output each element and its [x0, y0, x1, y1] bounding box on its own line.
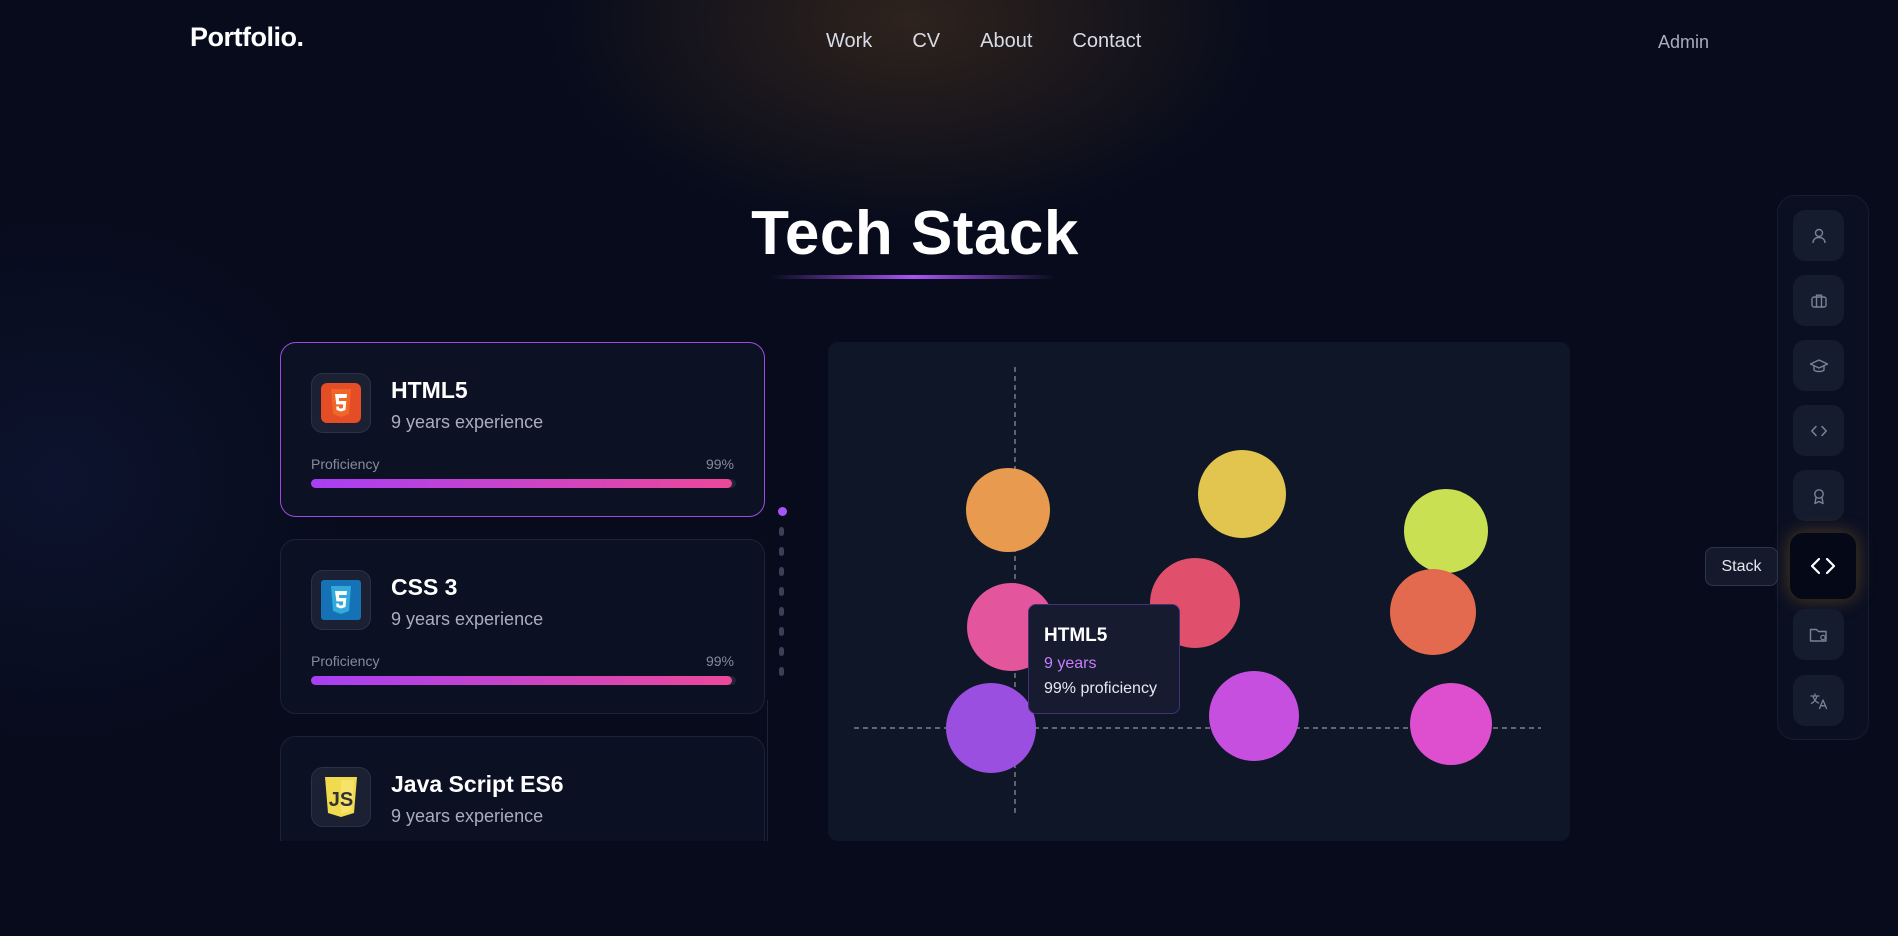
tooltip-title: HTML5	[1044, 625, 1108, 646]
user-icon	[1811, 228, 1826, 243]
proficiency-bar	[311, 479, 736, 488]
proficiency-label: Proficiency	[311, 653, 380, 669]
code-brackets-icon	[1810, 557, 1836, 575]
sidebar-item-work[interactable]	[1793, 275, 1844, 326]
nav-about[interactable]: About	[980, 30, 1032, 53]
sidebar-item-stack[interactable]	[1789, 532, 1857, 600]
translate-icon	[1809, 692, 1827, 709]
bubble[interactable]	[946, 683, 1036, 773]
page-title: Tech Stack	[751, 199, 1079, 268]
logo[interactable]: Portfolio.	[190, 22, 304, 53]
skill-card-html5[interactable]: HTML5 9 years experience Proficiency 99%	[280, 342, 765, 517]
bubble[interactable]	[1198, 450, 1286, 538]
bubble[interactable]	[1390, 569, 1476, 655]
skill-experience: 9 years experience	[391, 609, 544, 629]
javascript-icon: JS	[311, 767, 371, 827]
sidebar-item-education[interactable]	[1793, 340, 1844, 391]
timeline-dash	[779, 607, 784, 616]
timeline-line	[767, 700, 768, 841]
skill-name: Java Script ES6	[391, 771, 564, 797]
timeline-dash	[779, 627, 784, 636]
skill-name: CSS 3	[391, 574, 458, 600]
title-underline	[770, 275, 1056, 279]
tooltip-proficiency: 99% proficiency	[1044, 680, 1157, 697]
bubble-chart-panel	[828, 342, 1570, 841]
timeline-dash	[779, 567, 784, 576]
skill-card-css3[interactable]: CSS 3 9 years experience Proficiency 99%	[280, 539, 765, 714]
sidebar-item-code[interactable]	[1793, 405, 1844, 456]
css3-icon	[311, 570, 371, 630]
nav-work[interactable]: Work	[826, 30, 872, 53]
sidebar-item-awards[interactable]	[1793, 470, 1844, 521]
proficiency-bar	[311, 676, 736, 685]
folder-icon	[1809, 628, 1827, 642]
proficiency-bar-fill	[311, 676, 732, 685]
skill-list: HTML5 9 years experience Proficiency 99%…	[279, 342, 769, 841]
timeline-dash	[779, 587, 784, 596]
sidebar-item-projects[interactable]	[1793, 609, 1844, 660]
bubble[interactable]	[1410, 683, 1492, 765]
timeline-dash	[779, 667, 784, 676]
tooltip-years: 9 years	[1044, 655, 1097, 672]
chart-tooltip: HTML5 9 years 99% proficiency	[1028, 604, 1180, 714]
briefcase-icon	[1810, 294, 1827, 308]
bubble-chart	[854, 367, 1541, 817]
sidebar-item-language[interactable]	[1793, 675, 1844, 726]
bubble[interactable]	[1404, 489, 1488, 573]
bubble[interactable]	[1209, 671, 1299, 761]
skill-card-javascript[interactable]: JS Java Script ES6 9 years experience	[280, 736, 765, 841]
timeline-dash	[779, 647, 784, 656]
skill-experience: 9 years experience	[391, 806, 544, 826]
bubble[interactable]	[966, 468, 1050, 552]
skill-experience: 9 years experience	[391, 412, 544, 432]
html5-icon	[311, 373, 371, 433]
admin-link[interactable]: Admin	[1658, 32, 1709, 53]
proficiency-label: Proficiency	[311, 456, 380, 472]
skill-name: HTML5	[391, 377, 468, 403]
award-icon	[1813, 488, 1824, 504]
nav-contact[interactable]: Contact	[1072, 30, 1141, 53]
code-icon	[1810, 425, 1827, 436]
proficiency-value: 99%	[705, 653, 734, 669]
proficiency-bar-fill	[311, 479, 732, 488]
sidebar-tooltip: Stack	[1705, 547, 1778, 586]
main-nav: Work CV About Contact	[826, 30, 1141, 53]
timeline-dash	[779, 527, 784, 536]
proficiency-value: 99%	[705, 456, 734, 472]
timeline-active-dot	[778, 507, 787, 516]
graduation-cap-icon	[1809, 358, 1828, 372]
sidebar-item-profile[interactable]	[1793, 210, 1844, 261]
nav-cv[interactable]: CV	[912, 30, 940, 53]
svg-text:JS: JS	[329, 789, 353, 811]
timeline-dash	[779, 547, 784, 556]
